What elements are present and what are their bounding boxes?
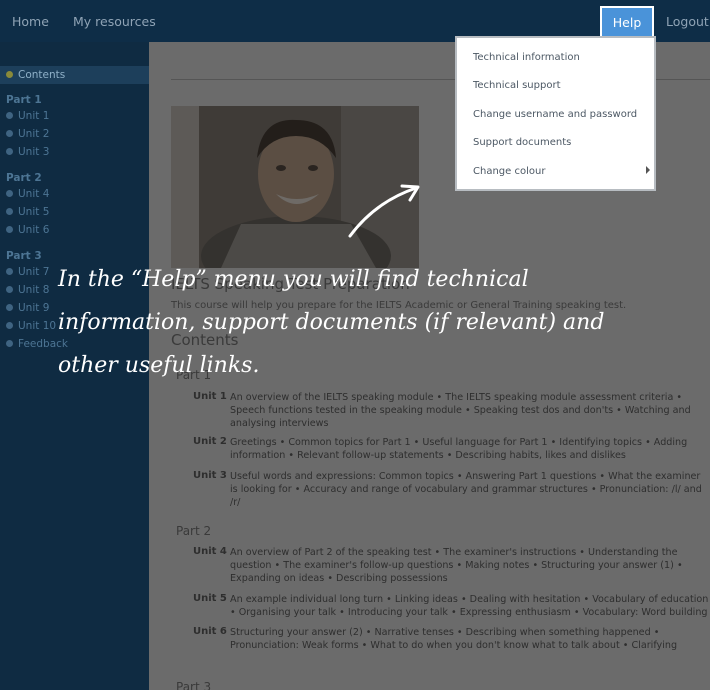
part-heading: Part 2 (176, 524, 212, 538)
unit-description: Greetings • Common topics for Part 1 • U… (230, 437, 688, 461)
unit-description: An overview of the IELTS speaking module… (230, 392, 691, 429)
bullet-icon (6, 286, 13, 293)
menu-item-technical-support[interactable]: Technical support (473, 80, 561, 91)
menu-item-technical-information[interactable]: Technical information (473, 52, 580, 63)
nav-logout-link[interactable]: Logout (666, 14, 709, 29)
part-heading: Part 3 (176, 680, 212, 690)
nav-my-resources-link[interactable]: My resources (73, 14, 156, 29)
menu-item-change-username-password[interactable]: Change username and password (473, 109, 637, 120)
bullet-icon (6, 148, 13, 155)
sidebar-item-unit-3[interactable]: Unit 3 (0, 143, 149, 161)
help-menu-button[interactable]: Help (600, 6, 654, 38)
unit-description: Useful words and expressions: Common top… (230, 471, 702, 508)
sidebar-item-label: Unit 7 (18, 266, 50, 278)
unit-label[interactable]: Unit 4 (193, 546, 227, 557)
bullet-icon (6, 226, 13, 233)
sidebar-item-unit-2[interactable]: Unit 2 (0, 125, 149, 143)
sidebar-item-label: Unit 2 (18, 128, 50, 140)
bullet-icon (6, 208, 13, 215)
sidebar-item-label: Unit 4 (18, 188, 50, 200)
callout-text: In the “Help” menu you will find technic… (58, 267, 605, 378)
sidebar-item-unit-4[interactable]: Unit 4 (0, 185, 149, 203)
sidebar-heading-part-2: Part 2 (6, 172, 42, 184)
sidebar-item-unit-5[interactable]: Unit 5 (0, 203, 149, 221)
sidebar-item-label: Unit 9 (18, 302, 50, 314)
sidebar-item-label: Unit 3 (18, 146, 50, 158)
sidebar-item-unit-1[interactable]: Unit 1 (0, 107, 149, 125)
bullet-icon (6, 130, 13, 137)
bullet-icon (6, 71, 13, 78)
sidebar-item-label: Contents (18, 69, 66, 81)
callout-arrow-icon (348, 184, 420, 238)
menu-item-support-documents[interactable]: Support documents (473, 137, 571, 148)
bullet-icon (6, 322, 13, 329)
unit-label[interactable]: Unit 2 (193, 436, 227, 447)
sidebar-item-label: Unit 10 (18, 320, 57, 332)
unit-label[interactable]: Unit 1 (193, 391, 227, 402)
sidebar-item-label: Unit 1 (18, 110, 50, 122)
sidebar-heading-part-1: Part 1 (6, 94, 42, 106)
unit-description: An example individual long turn • Linkin… (230, 594, 709, 618)
sidebar-heading-part-3: Part 3 (6, 250, 42, 262)
sidebar-item-unit-6[interactable]: Unit 6 (0, 221, 149, 239)
unit-label[interactable]: Unit 3 (193, 470, 227, 481)
unit-label[interactable]: Unit 5 (193, 593, 227, 604)
sidebar-item-label: Unit 6 (18, 224, 50, 236)
unit-label[interactable]: Unit 6 (193, 626, 227, 637)
help-dropdown-menu: Technical information Technical support … (455, 36, 656, 191)
sidebar-item-contents[interactable]: Contents (0, 66, 149, 84)
nav-home-link[interactable]: Home (12, 14, 49, 29)
submenu-arrow-icon (646, 166, 650, 174)
bullet-icon (6, 190, 13, 197)
sidebar-item-label: Unit 5 (18, 206, 50, 218)
bullet-icon (6, 112, 13, 119)
menu-item-change-colour[interactable]: Change colour (473, 166, 545, 177)
bullet-icon (6, 268, 13, 275)
sidebar-item-label: Unit 8 (18, 284, 50, 296)
bullet-icon (6, 340, 13, 347)
unit-description: An overview of Part 2 of the speaking te… (230, 547, 683, 584)
unit-description: Structuring your answer (2) • Narrative … (230, 627, 678, 651)
bullet-icon (6, 304, 13, 311)
